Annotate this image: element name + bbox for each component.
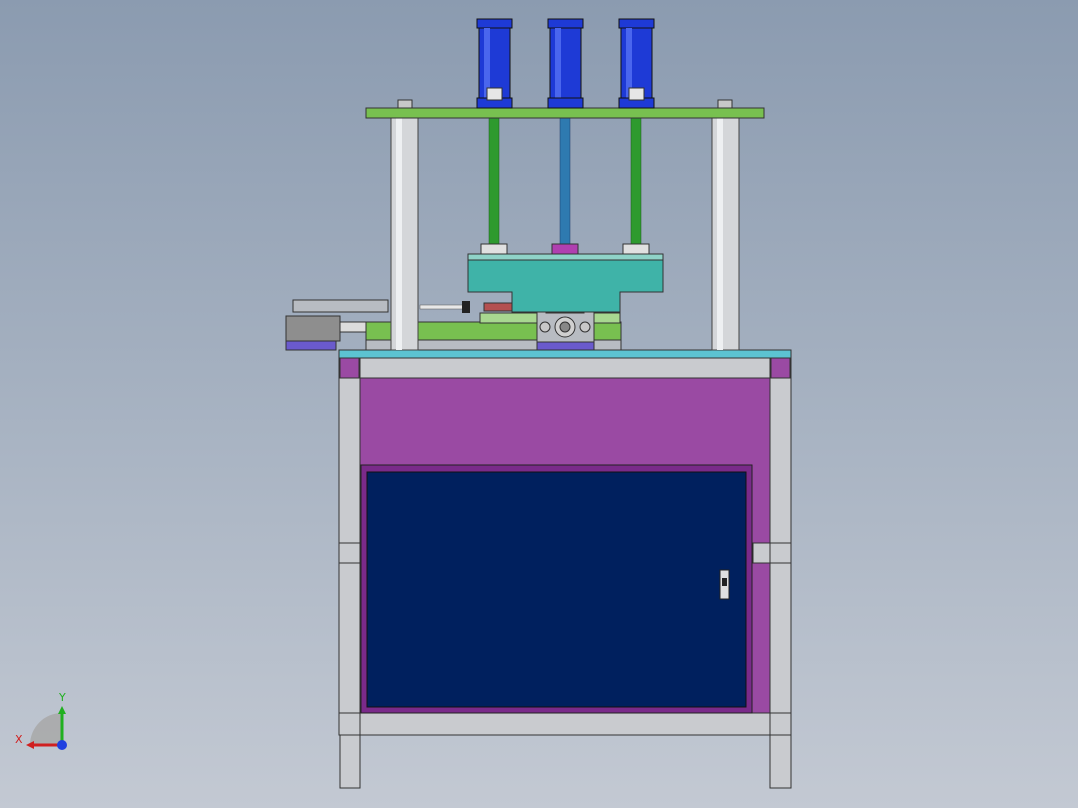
mid-bracket-right xyxy=(752,542,792,564)
side-actuator-base xyxy=(285,340,337,351)
cabinet-leg-left xyxy=(339,734,361,789)
support-column-right xyxy=(711,117,740,351)
cylinder-right xyxy=(618,18,655,109)
side-pusher-rod xyxy=(419,304,466,310)
cabinet-leg-right xyxy=(769,734,792,789)
side-actuator-body xyxy=(285,315,341,342)
support-column-left xyxy=(390,117,419,351)
y-axis-label: Y xyxy=(58,691,66,704)
cylinder-left xyxy=(476,18,513,109)
top-plate xyxy=(365,107,765,119)
corner-block-tl xyxy=(339,357,360,379)
cad-viewport[interactable]: X Y xyxy=(0,0,1078,808)
side-guide-rail xyxy=(292,299,389,313)
z-axis-dot xyxy=(57,740,67,750)
corner-block-tr xyxy=(770,357,791,379)
piston-rod-center xyxy=(559,117,571,249)
top-nut-left xyxy=(397,99,413,109)
model-view[interactable]: X Y xyxy=(0,0,1078,808)
base-plate xyxy=(338,349,792,359)
x-axis-label: X xyxy=(15,733,23,746)
cylinder-center xyxy=(547,18,584,109)
cabinet-bottom-rail xyxy=(338,712,792,736)
piston-rod-left xyxy=(488,117,500,249)
orientation-triad[interactable]: X Y xyxy=(15,691,67,750)
piston-rod-right xyxy=(630,117,642,249)
top-nut-right xyxy=(717,99,733,109)
cabinet-door[interactable] xyxy=(366,471,747,708)
cabinet-top-rail xyxy=(359,357,771,379)
mid-bracket-left xyxy=(338,542,361,564)
